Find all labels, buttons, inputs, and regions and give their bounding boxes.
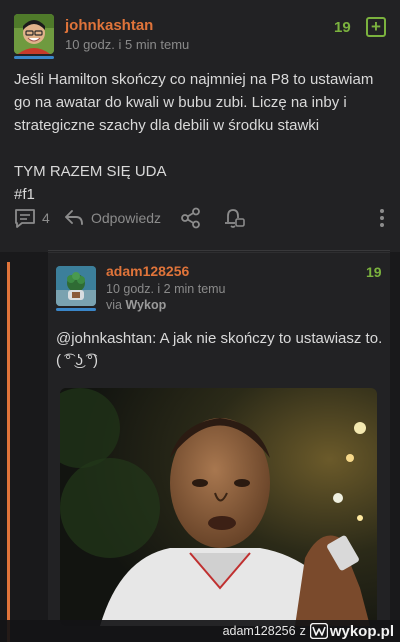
more-vertical-icon (380, 209, 384, 227)
comments-count: 4 (42, 210, 50, 226)
reply-timestamp[interactable]: 10 godz. i 2 min temu (106, 282, 226, 296)
bell-icon (225, 209, 245, 228)
divider (48, 250, 390, 251)
via-app: via Wykop (106, 298, 166, 312)
author-name[interactable]: johnkashtan (65, 17, 153, 34)
avatar-sex-indicator (56, 308, 96, 311)
watermark-z: z (299, 624, 306, 638)
entry-actions: 4 Odpowiedz (0, 204, 400, 232)
reply-label: Odpowiedz (91, 210, 162, 226)
via-prefix: via (106, 298, 122, 312)
wykop-logo-text: wykop.pl (329, 622, 394, 640)
share-icon (181, 207, 200, 229)
wykop-logo: wykop.pl (309, 622, 394, 640)
entry-card: johnkashtan 10 godz. i 5 min temu 19 + J… (0, 0, 400, 252)
share-button[interactable] (180, 204, 202, 232)
reply-author-name[interactable]: adam128256 (106, 263, 189, 279)
entry-body: Jeśli Hamilton skończy co najmniej na P8… (14, 71, 374, 203)
wykop-logo-icon (309, 623, 328, 639)
watermark-user: adam128256 (222, 624, 296, 638)
comments-button[interactable]: 4 (14, 204, 50, 232)
avatar-sex-indicator (14, 56, 54, 59)
more-options-button[interactable] (378, 204, 386, 232)
avatar-image (14, 14, 54, 54)
reply-avatar-image (56, 266, 96, 306)
comments-icon (15, 209, 35, 228)
via-app-name[interactable]: Wykop (125, 298, 166, 312)
avatar[interactable] (14, 14, 54, 54)
reply-button[interactable]: Odpowiedz (64, 204, 161, 232)
photo-image (60, 388, 377, 626)
plus-square-icon[interactable]: + (366, 17, 386, 37)
reply-vote-count: 19 (366, 264, 382, 280)
vote-count: 19 (334, 19, 351, 36)
timestamp[interactable]: 10 godz. i 5 min temu (65, 37, 189, 52)
reply-avatar[interactable] (56, 266, 96, 306)
notify-button[interactable] (222, 204, 246, 232)
reply-body: @johnkashtan: A jak nie skończy to ustaw… (56, 330, 383, 369)
reply-thread-line (7, 262, 10, 642)
watermark: adam128256 z wykop.pl (0, 620, 400, 642)
embedded-photo[interactable] (60, 388, 377, 626)
reply-arrow-icon (65, 210, 83, 225)
